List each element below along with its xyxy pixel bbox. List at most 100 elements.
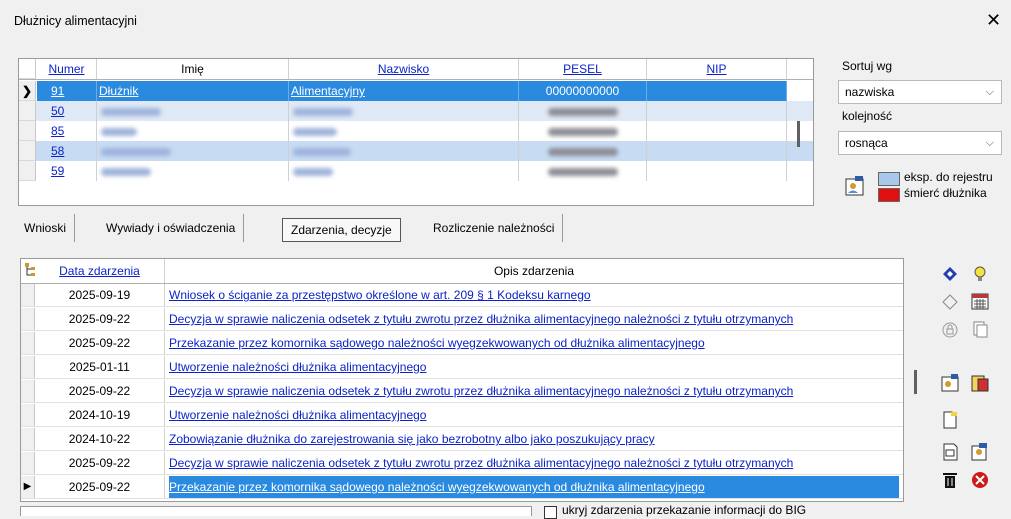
chevron-down-icon: ⌵: [985, 137, 994, 149]
close-button[interactable]: ✕: [986, 10, 1001, 31]
event-row[interactable]: 2025-09-22 Decyzja w sprawie naliczenia o…: [21, 308, 903, 331]
copy-icon[interactable]: [968, 317, 992, 341]
event-row[interactable]: 2025-09-22 Przekazanie przez komornika są…: [21, 332, 903, 355]
debtor-numer[interactable]: 59: [37, 161, 97, 181]
sort-order-label: kolejność: [842, 109, 893, 123]
hide-big-events-checkbox[interactable]: [544, 506, 557, 519]
column-opis-zdarzenia: Opis zdarzenia: [493, 264, 575, 278]
debtor-nip: [647, 81, 787, 101]
column-imie[interactable]: Imię: [97, 59, 289, 79]
event-description[interactable]: Przekazanie przez komornika sądowego nal…: [169, 476, 899, 498]
event-description[interactable]: Wniosek o ściganie za przestępstwo okreś…: [169, 284, 899, 306]
new-doc-icon[interactable]: [938, 408, 962, 432]
column-nip[interactable]: NIP: [647, 59, 787, 79]
report-icon[interactable]: [938, 371, 962, 395]
debtor-numer[interactable]: 85: [37, 121, 97, 141]
debtors-grid: Numer Imię Nazwisko PESEL NIP ❯ 91 Dłużn…: [18, 58, 814, 206]
debtor-row[interactable]: 50: [19, 101, 813, 121]
debtors-scrollbar[interactable]: [797, 121, 800, 147]
tab-wywiady[interactable]: Wywiady i oświadczenia: [98, 214, 245, 242]
event-date: 2024-10-22: [35, 428, 165, 450]
event-date: 2025-09-22: [35, 452, 165, 474]
blurred-surname: [289, 161, 519, 181]
person-card-icon[interactable]: [845, 175, 865, 200]
row-selector[interactable]: [21, 428, 35, 450]
debtor-row[interactable]: 58: [19, 141, 813, 161]
event-date: 2024-10-19: [35, 404, 165, 426]
debtor-row[interactable]: 85: [19, 121, 813, 141]
lock-icon[interactable]: [938, 317, 962, 341]
events-scrollbar[interactable]: [914, 370, 917, 394]
tab-zdarzenia[interactable]: Zdarzenia, decyzje: [282, 218, 401, 242]
sort-order-select[interactable]: rosnąca ⌵: [838, 131, 1002, 155]
debtor-row[interactable]: 59: [19, 161, 813, 181]
events-grid: Data zdarzenia Opis zdarzenia 2025-09-19…: [20, 258, 904, 502]
debtor-imie: Dłużnik: [97, 81, 289, 101]
column-pesel[interactable]: PESEL: [519, 59, 647, 79]
blurred-surname: [289, 141, 519, 161]
printer-icon[interactable]: [938, 440, 962, 464]
column-data-zdarzenia[interactable]: Data zdarzenia: [35, 259, 165, 283]
debtor-numer[interactable]: 91: [37, 81, 97, 101]
edit-icon[interactable]: [938, 262, 962, 286]
blurred-surname: [289, 121, 519, 141]
event-description[interactable]: Decyzja w sprawie naliczenia odsetek z t…: [169, 380, 899, 402]
debtor-numer[interactable]: 50: [37, 101, 97, 121]
event-date: 2025-09-22: [35, 380, 165, 402]
debtor-row[interactable]: ❯ 91 Dłużnik Alimentacyjny 00000000000: [19, 81, 813, 101]
event-description[interactable]: Utworzenie należności dłużnika alimentac…: [169, 356, 899, 378]
death-color-swatch: [878, 188, 900, 202]
blurred-name: [97, 121, 289, 141]
row-selector[interactable]: [21, 404, 35, 426]
row-selector[interactable]: [21, 356, 35, 378]
window-title: Dłużnicy alimentacyjni: [14, 14, 137, 28]
row-selector[interactable]: [21, 380, 35, 402]
column-nazwisko[interactable]: Nazwisko: [289, 59, 519, 79]
row-selector[interactable]: [21, 308, 35, 330]
event-row[interactable]: 2024-10-19 Utworzenie należności dłużnika…: [21, 404, 903, 427]
blurred-pesel: [519, 101, 647, 121]
column-numer[interactable]: Numer: [37, 59, 97, 79]
event-description[interactable]: Zobowiązanie dłużnika do zarejestrowania…: [169, 428, 899, 450]
debtors-grid-header: Numer Imię Nazwisko PESEL NIP: [19, 59, 813, 80]
export-legend-label: eksp. do rejestru: [904, 170, 993, 184]
event-description[interactable]: Utworzenie należności dłużnika alimentac…: [169, 404, 899, 426]
row-selector[interactable]: ▶: [21, 476, 35, 498]
debtor-pesel: 00000000000: [519, 81, 647, 101]
blurred-name: [97, 101, 289, 121]
row-selector[interactable]: [21, 284, 35, 306]
event-date: 2025-09-19: [35, 284, 165, 306]
event-row[interactable]: 2025-09-19 Wniosek o ściganie za przestęp…: [21, 284, 903, 307]
tab-wnioski[interactable]: Wnioski: [16, 214, 76, 242]
event-description[interactable]: Decyzja w sprawie naliczenia odsetek z t…: [169, 452, 899, 474]
debtor-nazwisko: Alimentacyjny: [289, 81, 519, 101]
death-legend-label: śmierć dłużnika: [904, 186, 987, 200]
chevron-down-icon: ⌵: [985, 86, 994, 98]
cancel-icon[interactable]: [968, 468, 992, 492]
row-selector[interactable]: [21, 332, 35, 354]
event-row[interactable]: ▶ 2025-09-22 Przekazanie przez komornika s…: [21, 476, 903, 499]
tab-rozliczenie[interactable]: Rozliczenie należności: [425, 214, 564, 242]
blurred-name: [97, 141, 289, 161]
calendar-icon[interactable]: [968, 289, 992, 313]
event-row[interactable]: 2025-09-22 Decyzja w sprawie naliczenia o…: [21, 452, 903, 475]
preview-icon[interactable]: [968, 440, 992, 464]
event-row[interactable]: 2025-01-11 Utworzenie należności dłużnika…: [21, 356, 903, 379]
event-date: 2025-09-22: [35, 476, 165, 498]
debtor-numer[interactable]: 58: [37, 141, 97, 161]
event-row[interactable]: 2024-10-22 Zobowiązanie dłużnika do zarej…: [21, 428, 903, 451]
event-date: 2025-01-11: [35, 356, 165, 378]
sort-by-select[interactable]: nazwiska ⌵: [838, 80, 1002, 104]
sort-by-label: Sortuj wg: [842, 59, 893, 73]
bulb-icon[interactable]: [968, 262, 992, 286]
blurred-pesel: [519, 161, 647, 181]
eraser-icon[interactable]: [938, 289, 962, 313]
event-description[interactable]: Przekazanie przez komornika sądowego nal…: [169, 332, 899, 354]
event-date: 2025-09-22: [35, 332, 165, 354]
event-row[interactable]: 2025-09-22 Decyzja w sprawie naliczenia o…: [21, 380, 903, 403]
blurred-surname: [289, 101, 519, 121]
trash-icon[interactable]: [938, 468, 962, 492]
row-selector[interactable]: [21, 452, 35, 474]
person-card-icon[interactable]: [968, 371, 992, 395]
event-description[interactable]: Decyzja w sprawie naliczenia odsetek z t…: [169, 308, 899, 330]
